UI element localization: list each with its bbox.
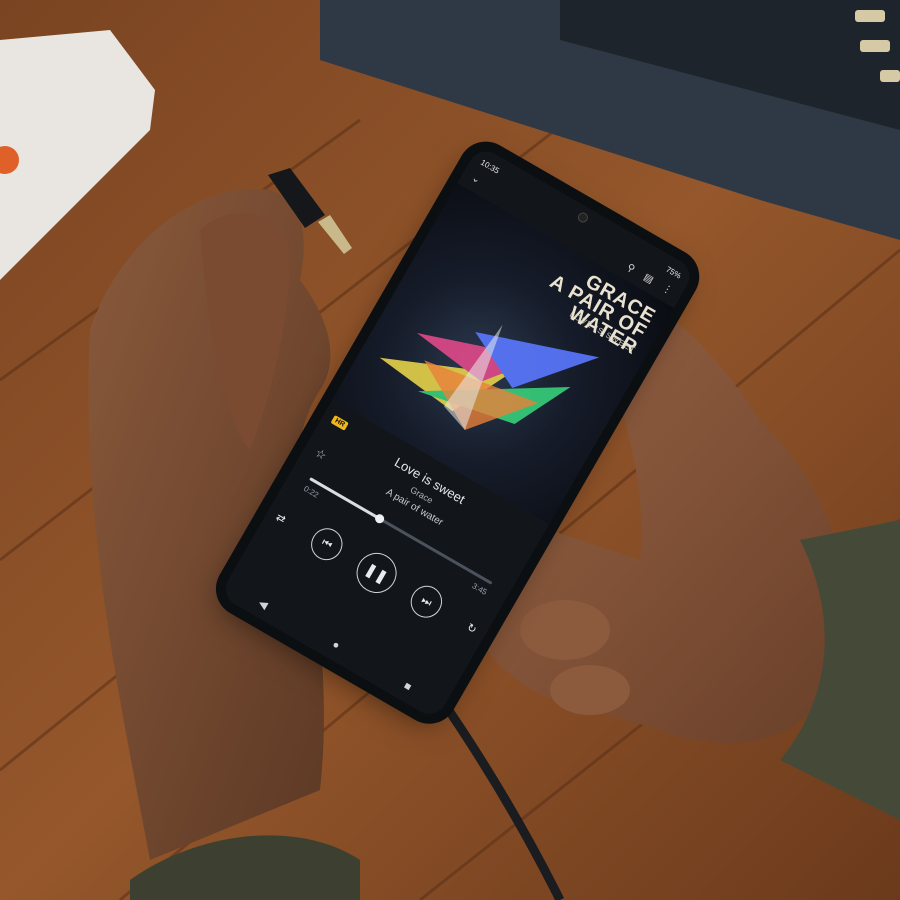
queue-icon[interactable]: ■ xyxy=(401,680,414,695)
elapsed-time: 0:22 xyxy=(302,484,321,500)
previous-icon[interactable]: ⏮ xyxy=(305,522,349,566)
chevron-down-icon[interactable]: ⌄ xyxy=(470,172,483,186)
cast-icon[interactable]: ▤ xyxy=(642,271,656,285)
more-icon[interactable]: ⋮ xyxy=(660,282,674,297)
search-icon[interactable]: ⚲ xyxy=(625,262,637,275)
battery-level: 75% xyxy=(664,264,683,281)
nav-back-icon[interactable]: ◀ xyxy=(256,596,270,612)
pause-icon[interactable]: ❚❚ xyxy=(349,545,404,601)
next-icon[interactable]: ⏭ xyxy=(404,579,449,624)
nav-home-icon[interactable]: ● xyxy=(329,638,342,653)
total-time: 3:45 xyxy=(470,581,489,597)
